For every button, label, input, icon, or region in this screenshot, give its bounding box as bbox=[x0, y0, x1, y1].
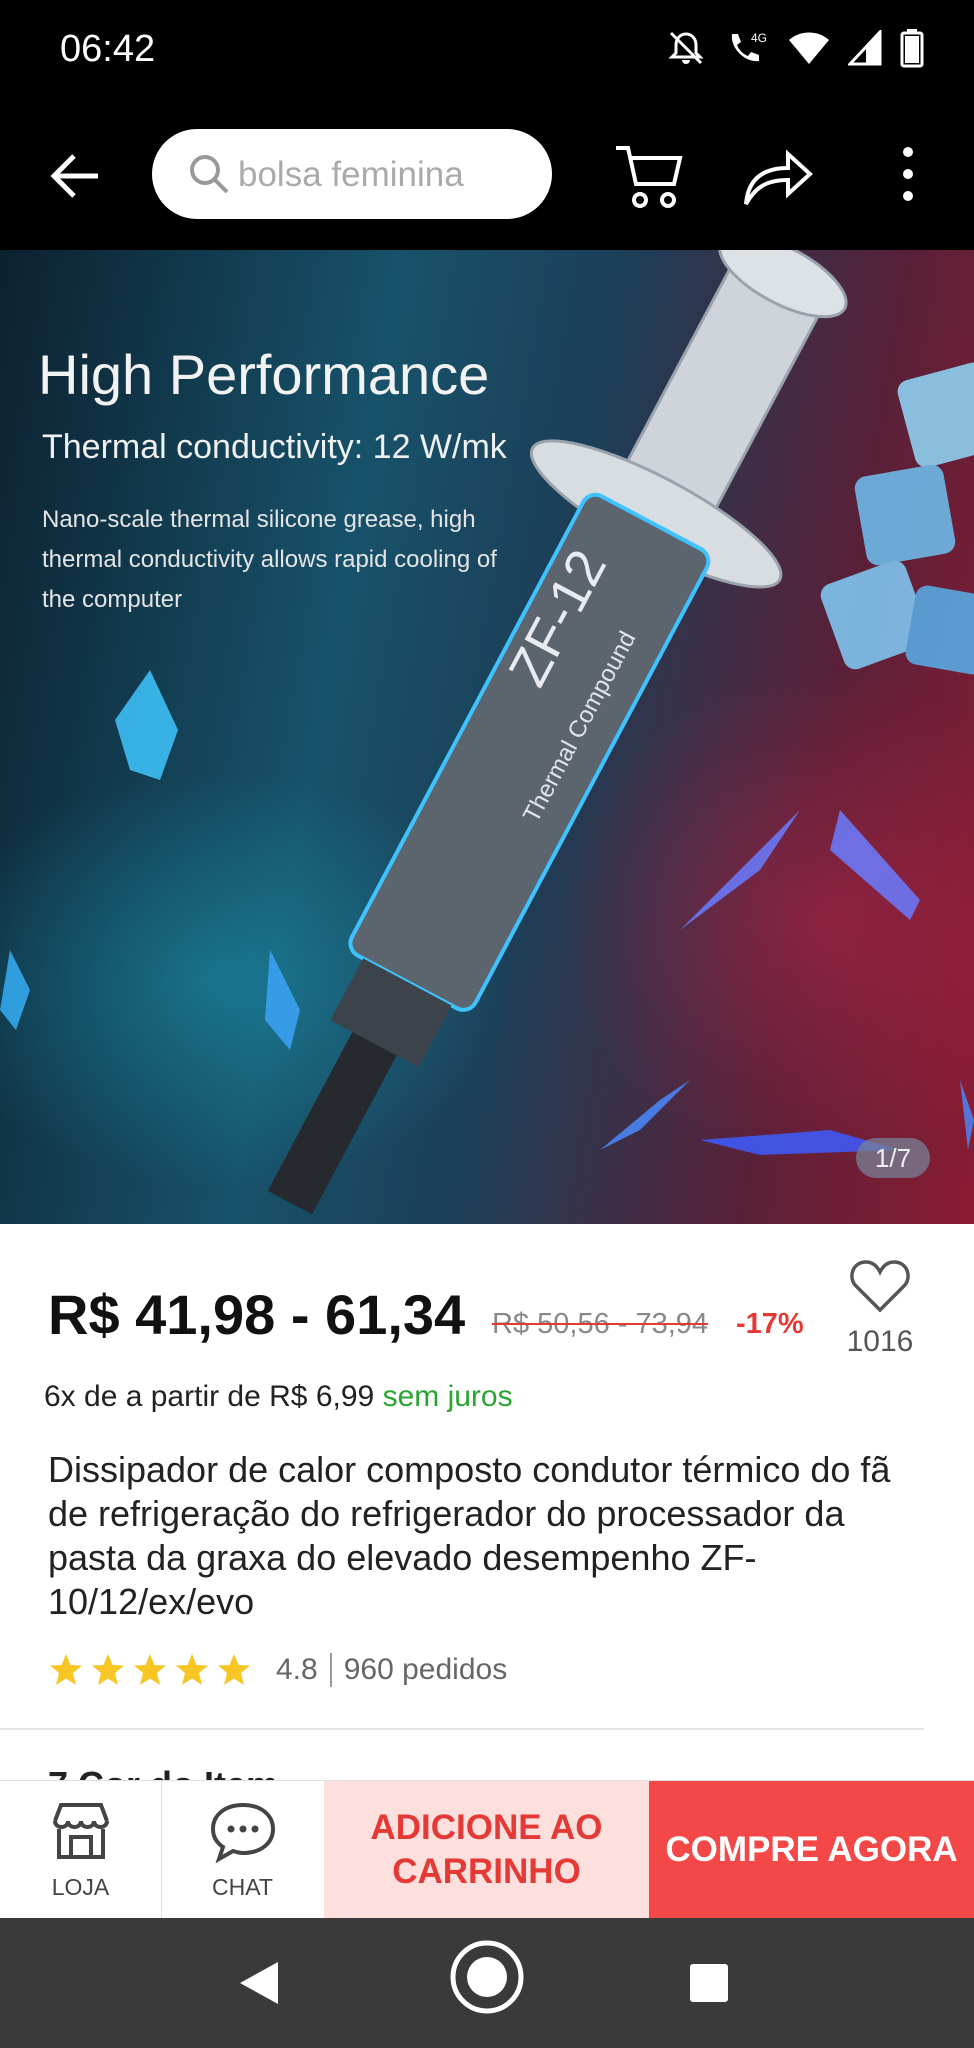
status-icons: 4G bbox=[666, 28, 924, 68]
add-to-cart-label: ADICIONE AO CARRINHO bbox=[370, 1808, 603, 1891]
interest-free-label: sem juros bbox=[382, 1380, 513, 1413]
back-arrow-icon[interactable] bbox=[44, 144, 108, 208]
orders-count: 960 pedidos bbox=[343, 1653, 508, 1686]
hero-description: Nano-scale thermal silicone grease, high… bbox=[42, 506, 497, 613]
ice-cubes bbox=[820, 362, 974, 675]
image-counter: 1/7 bbox=[856, 1138, 930, 1178]
chat-button[interactable]: CHAT bbox=[162, 1781, 323, 1919]
star-icon bbox=[50, 1654, 82, 1685]
rating-divider bbox=[329, 1653, 332, 1687]
share-icon[interactable] bbox=[740, 140, 814, 212]
star-icon bbox=[134, 1654, 166, 1685]
wishlist-count: 1016 bbox=[846, 1325, 914, 1358]
hero-subheadline: Thermal conductivity: 12 W/mk bbox=[42, 428, 507, 466]
top-app-bar bbox=[0, 100, 974, 250]
section-divider bbox=[0, 1728, 924, 1730]
star-icon bbox=[92, 1654, 124, 1685]
bottom-action-bar: LOJA CHAT ADICIONE AO CARRINHO COMPRE AG… bbox=[0, 1780, 974, 1919]
star-icon bbox=[218, 1654, 250, 1685]
rating-row[interactable]: 4.8 960 pedidos bbox=[48, 1652, 507, 1688]
buy-now-label: COMPRE AGORA bbox=[665, 1830, 958, 1869]
chat-icon bbox=[210, 1802, 275, 1864]
installments-info: 6x de a partir de R$ 6,99 sem juros bbox=[44, 1380, 513, 1414]
rating-stars bbox=[48, 1652, 252, 1688]
system-navigation-bar bbox=[0, 1918, 974, 2048]
discount-badge: -17% bbox=[736, 1308, 804, 1340]
network-type-label: 4G bbox=[751, 31, 767, 45]
heart-icon[interactable] bbox=[850, 1258, 910, 1314]
installments-text: 6x de a partir de R$ 6,99 bbox=[44, 1380, 375, 1413]
cell-signal-icon bbox=[848, 30, 882, 66]
chat-label: CHAT bbox=[212, 1874, 273, 1900]
wishlist-button[interactable]: 1016 bbox=[840, 1258, 920, 1359]
hero-headline: High Performance bbox=[38, 343, 490, 406]
search-icon bbox=[190, 155, 229, 194]
battery-icon bbox=[900, 29, 924, 68]
star-icon bbox=[176, 1654, 208, 1685]
store-icon bbox=[52, 1803, 109, 1859]
buy-now-button[interactable]: COMPRE AGORA bbox=[649, 1781, 974, 1919]
notifications-off-icon bbox=[668, 31, 704, 65]
price-range: R$ 41,98 - 61,34 bbox=[48, 1283, 466, 1346]
search-bar[interactable] bbox=[152, 129, 552, 219]
store-label: LOJA bbox=[51, 1874, 110, 1900]
add-to-cart-button[interactable]: ADICIONE AO CARRINHO bbox=[324, 1781, 649, 1919]
rating-value: 4.8 bbox=[276, 1653, 318, 1686]
store-button[interactable]: LOJA bbox=[0, 1781, 162, 1919]
product-title: Dissipador de calor composto condutor té… bbox=[48, 1449, 891, 1622]
volte-call-icon: 4G bbox=[731, 31, 767, 62]
status-time: 06:42 bbox=[60, 28, 156, 70]
search-input[interactable] bbox=[236, 147, 530, 203]
status-bar: 06:42 4G bbox=[0, 0, 974, 100]
nav-recents-icon[interactable] bbox=[688, 1962, 730, 2004]
product-image-carousel[interactable]: ZF-12 Thermal Compound High Performance … bbox=[0, 250, 974, 1224]
nav-home-icon[interactable] bbox=[448, 1938, 526, 2016]
cart-icon[interactable] bbox=[612, 140, 686, 212]
wifi-icon bbox=[789, 32, 829, 64]
nav-back-icon[interactable] bbox=[236, 1958, 282, 2008]
original-price: R$ 50,56 - 73,94 bbox=[492, 1308, 709, 1340]
more-options-icon[interactable] bbox=[896, 140, 920, 212]
